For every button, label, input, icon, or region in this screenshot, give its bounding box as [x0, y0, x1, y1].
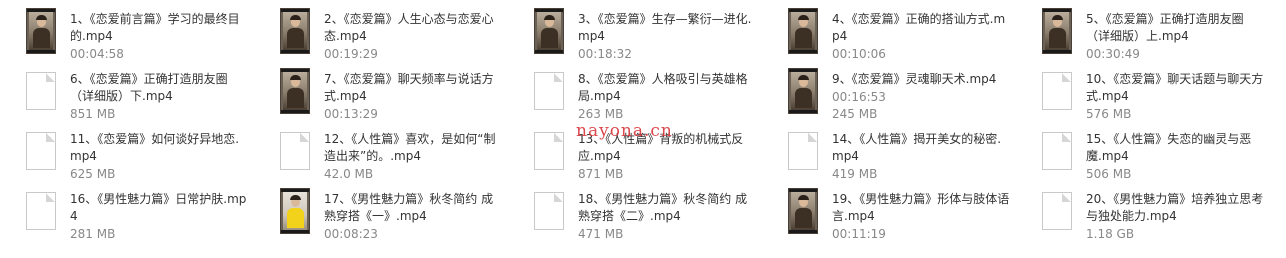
file-icon[interactable] [26, 132, 56, 170]
video-thumbnail[interactable] [788, 8, 818, 54]
file-name[interactable]: 18、《男性魅力篇》秋冬简约 成熟穿搭《二》.mp4 [578, 191, 758, 225]
video-thumbnail[interactable] [26, 8, 56, 54]
file-size: 625 MB [70, 167, 116, 181]
file-text: 4、《恋爱篇》正确的搭讪方式.mp4 00:10:06 [832, 6, 1012, 62]
file-text: 9、《恋爱篇》灵魂聊天术.mp4 00:16:53 245 MB [832, 66, 1012, 122]
file-icon[interactable] [26, 72, 56, 110]
file-name[interactable]: 19、《男性魅力篇》形体与肢体语言.mp4 [832, 191, 1012, 225]
file-duration: 00:19:29 [324, 47, 378, 61]
file-icon[interactable] [1042, 132, 1072, 170]
file-item[interactable]: 11、《恋爱篇》如何谈好异地恋.mp4 625 MB [0, 126, 250, 186]
file-text: 3、《恋爱篇》生存—繁衍—进化.mp4 00:18:32 [578, 6, 758, 62]
file-text: 1、《恋爱前言篇》学习的最终目的.mp4 00:04:58 [70, 6, 250, 62]
file-name[interactable]: 1、《恋爱前言篇》学习的最终目的.mp4 [70, 11, 250, 45]
file-duration: 00:11:19 [832, 227, 886, 241]
video-thumbnail[interactable] [280, 68, 310, 114]
file-text: 10、《恋爱篇》聊天话题与聊天方式.mp4 576 MB [1086, 66, 1266, 122]
file-size: 851 MB [70, 107, 116, 121]
file-text: 5、《恋爱篇》正确打造朋友圈 （详细版）上.mp4 00:30:49 [1086, 6, 1266, 62]
video-thumbnail[interactable] [534, 8, 564, 54]
video-thumbnail[interactable] [1042, 8, 1072, 54]
file-item[interactable]: 14、《人性篇》揭开美女的秘密.mp4 419 MB [762, 126, 1012, 186]
file-text: 8、《恋爱篇》人格吸引与英雄格局.mp4 263 MB [578, 66, 758, 122]
file-text: 11、《恋爱篇》如何谈好异地恋.mp4 625 MB [70, 126, 250, 182]
file-duration: 00:13:29 [324, 107, 378, 121]
file-item[interactable]: 10、《恋爱篇》聊天话题与聊天方式.mp4 576 MB [1016, 66, 1266, 126]
file-text: 15、《人性篇》失恋的幽灵与恶魔.mp4 506 MB [1086, 126, 1266, 182]
file-size: 1.18 GB [1086, 227, 1135, 241]
file-text: 12、《人性篇》喜欢，是如何“制造出来”的。.mp4 42.0 MB [324, 126, 504, 182]
file-name[interactable]: 14、《人性篇》揭开美女的秘密.mp4 [832, 131, 1012, 165]
file-text: 16、《男性魅力篇》日常护肤.mp4 281 MB [70, 186, 250, 242]
file-name[interactable]: 17、《男性魅力篇》秋冬简约 成熟穿搭《一》.mp4 [324, 191, 504, 225]
file-icon[interactable] [280, 132, 310, 170]
file-size: 871 MB [578, 167, 624, 181]
video-thumbnail[interactable] [280, 8, 310, 54]
file-item[interactable]: 9、《恋爱篇》灵魂聊天术.mp4 00:16:53 245 MB [762, 66, 1012, 126]
video-thumbnail[interactable] [788, 188, 818, 234]
file-icon[interactable] [534, 132, 564, 170]
file-item[interactable]: 4、《恋爱篇》正确的搭讪方式.mp4 00:10:06 [762, 6, 1012, 66]
file-name[interactable]: 9、《恋爱篇》灵魂聊天术.mp4 [832, 71, 1012, 88]
file-name[interactable]: 2、《恋爱篇》人生心态与恋爱心态.mp4 [324, 11, 504, 45]
file-item[interactable]: 15、《人性篇》失恋的幽灵与恶魔.mp4 506 MB [1016, 126, 1266, 186]
file-text: 20、《男性魅力篇》培养独立思考与独处能力.mp4 1.18 GB [1086, 186, 1266, 242]
file-text: 6、《恋爱篇》正确打造朋友圈（详细版）下.mp4 851 MB [70, 66, 250, 122]
file-text: 19、《男性魅力篇》形体与肢体语言.mp4 00:11:19 [832, 186, 1012, 242]
file-name[interactable]: 10、《恋爱篇》聊天话题与聊天方式.mp4 [1086, 71, 1266, 105]
file-item[interactable]: 6、《恋爱篇》正确打造朋友圈（详细版）下.mp4 851 MB [0, 66, 250, 126]
file-size: 281 MB [70, 227, 116, 241]
file-text: 14、《人性篇》揭开美女的秘密.mp4 419 MB [832, 126, 1012, 182]
file-size: 576 MB [1086, 107, 1132, 121]
file-name[interactable]: 5、《恋爱篇》正确打造朋友圈 （详细版）上.mp4 [1086, 11, 1266, 45]
file-name[interactable]: 8、《恋爱篇》人格吸引与英雄格局.mp4 [578, 71, 758, 105]
file-name[interactable]: 11、《恋爱篇》如何谈好异地恋.mp4 [70, 131, 250, 165]
file-item[interactable]: 12、《人性篇》喜欢，是如何“制造出来”的。.mp4 42.0 MB [254, 126, 504, 186]
file-name[interactable]: 7、《恋爱篇》聊天频率与说话方式.mp4 [324, 71, 504, 105]
file-item[interactable]: 18、《男性魅力篇》秋冬简约 成熟穿搭《二》.mp4 471 MB [508, 186, 758, 246]
file-name[interactable]: 15、《人性篇》失恋的幽灵与恶魔.mp4 [1086, 131, 1266, 165]
file-name[interactable]: 3、《恋爱篇》生存—繁衍—进化.mp4 [578, 11, 758, 45]
file-icon[interactable] [534, 72, 564, 110]
file-item[interactable]: 16、《男性魅力篇》日常护肤.mp4 281 MB [0, 186, 250, 246]
file-size: 263 MB [578, 107, 624, 121]
file-icon[interactable] [788, 132, 818, 170]
file-duration: 00:04:58 [70, 47, 124, 61]
file-name[interactable]: 6、《恋爱篇》正确打造朋友圈（详细版）下.mp4 [70, 71, 250, 105]
file-item[interactable]: 20、《男性魅力篇》培养独立思考与独处能力.mp4 1.18 GB [1016, 186, 1266, 246]
file-text: 18、《男性魅力篇》秋冬简约 成熟穿搭《二》.mp4 471 MB [578, 186, 758, 242]
file-name[interactable]: 16、《男性魅力篇》日常护肤.mp4 [70, 191, 250, 225]
file-duration: 00:10:06 [832, 47, 886, 61]
file-item[interactable]: 8、《恋爱篇》人格吸引与英雄格局.mp4 263 MB [508, 66, 758, 126]
file-size: 506 MB [1086, 167, 1132, 181]
file-icon[interactable] [534, 192, 564, 230]
file-name[interactable]: 4、《恋爱篇》正确的搭讪方式.mp4 [832, 11, 1012, 45]
video-thumbnail[interactable] [788, 68, 818, 114]
file-icon[interactable] [1042, 192, 1072, 230]
watermark: nayona.cn [576, 121, 673, 141]
file-size: 42.0 MB [324, 167, 374, 181]
file-item[interactable]: 7、《恋爱篇》聊天频率与说话方式.mp4 00:13:29 [254, 66, 504, 126]
video-thumbnail[interactable] [280, 188, 310, 234]
file-duration: 00:16:53 [832, 90, 886, 104]
file-duration: 00:18:32 [578, 47, 632, 61]
file-duration: 00:30:49 [1086, 47, 1140, 61]
file-icon[interactable] [1042, 72, 1072, 110]
file-item[interactable]: 17、《男性魅力篇》秋冬简约 成熟穿搭《一》.mp4 00:08:23 [254, 186, 504, 246]
file-size: 419 MB [832, 167, 878, 181]
file-name[interactable]: 12、《人性篇》喜欢，是如何“制造出来”的。.mp4 [324, 131, 504, 165]
file-item[interactable]: 3、《恋爱篇》生存—繁衍—进化.mp4 00:18:32 [508, 6, 758, 66]
file-text: 17、《男性魅力篇》秋冬简约 成熟穿搭《一》.mp4 00:08:23 [324, 186, 504, 242]
file-text: 2、《恋爱篇》人生心态与恋爱心态.mp4 00:19:29 [324, 6, 504, 62]
file-name[interactable]: 20、《男性魅力篇》培养独立思考与独处能力.mp4 [1086, 191, 1266, 225]
file-item[interactable]: 19、《男性魅力篇》形体与肢体语言.mp4 00:11:19 [762, 186, 1012, 246]
file-item[interactable]: 1、《恋爱前言篇》学习的最终目的.mp4 00:04:58 [0, 6, 250, 66]
file-icon[interactable] [26, 192, 56, 230]
file-size: 471 MB [578, 227, 624, 241]
file-item[interactable]: 2、《恋爱篇》人生心态与恋爱心态.mp4 00:19:29 [254, 6, 504, 66]
file-text: 7、《恋爱篇》聊天频率与说话方式.mp4 00:13:29 [324, 66, 504, 122]
file-duration: 00:08:23 [324, 227, 378, 241]
file-size: 245 MB [832, 107, 878, 121]
file-item[interactable]: 5、《恋爱篇》正确打造朋友圈 （详细版）上.mp4 00:30:49 [1016, 6, 1266, 66]
